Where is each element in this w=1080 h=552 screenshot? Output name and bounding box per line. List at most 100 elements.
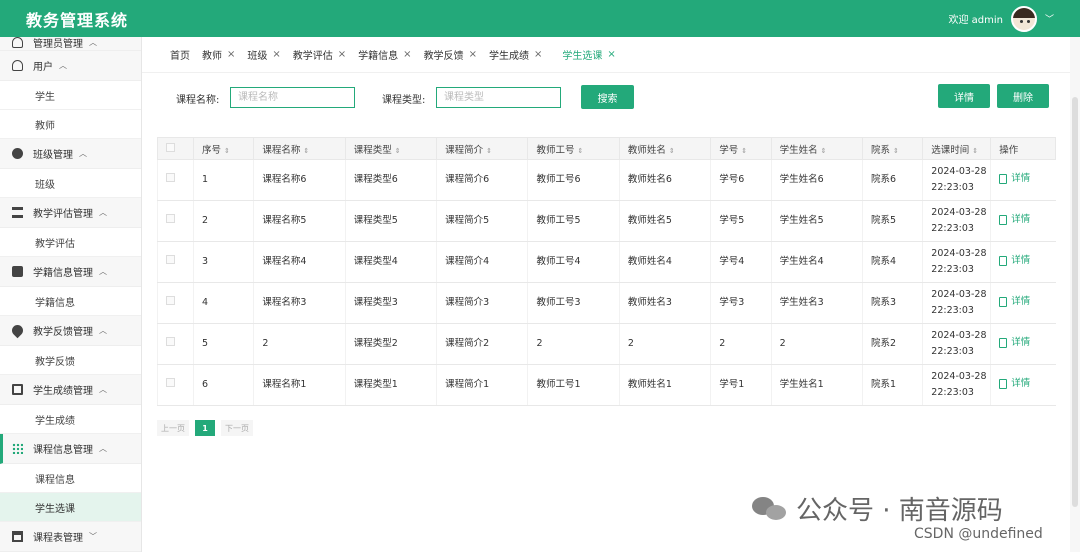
row-detail-link[interactable]: 详情 (999, 212, 1030, 228)
sidebar-group[interactable]: 用户 ︿ (0, 51, 141, 81)
delete-button[interactable]: 删除 (997, 84, 1049, 108)
select-all-checkbox[interactable] (166, 142, 175, 152)
sort-icon[interactable]: ⇕ (821, 147, 827, 155)
calendar-icon (12, 531, 23, 542)
sidebar-item[interactable]: 课程信息 (0, 464, 141, 493)
sort-icon[interactable]: ⇕ (303, 147, 309, 155)
tab[interactable]: 学生选课 × (562, 47, 615, 62)
sidebar-item[interactable]: 教师 (0, 110, 141, 139)
sidebar-group[interactable]: 学籍信息管理 ︿ (0, 257, 141, 287)
sidebar-group[interactable]: 教学反馈管理 ︿ (0, 316, 141, 346)
column-header[interactable]: 学生姓名 ⇕ (770, 137, 863, 160)
table-cell: 3 (192, 241, 254, 283)
column-header[interactable]: 课程名称 ⇕ (253, 137, 346, 160)
table-cell: 学生姓名5 (770, 200, 863, 242)
table-row[interactable]: 4 课程名称3 课程类型3 课程简介3 教师工号3 教师姓名3 学号3 学生姓名3 院系3 202… (157, 282, 1056, 324)
column-header[interactable]: 课程简介 ⇕ (436, 137, 529, 160)
tab[interactable]: 教师 × (202, 47, 235, 62)
table-row[interactable]: 1 课程名称6 课程类型6 课程简介6 教师工号6 教师姓名6 学号6 学生姓名6 院系6 202… (157, 159, 1056, 201)
sort-icon[interactable]: ⇕ (741, 147, 747, 155)
sort-icon[interactable]: ⇕ (893, 147, 899, 155)
close-icon[interactable]: × (469, 49, 477, 60)
row-checkbox[interactable] (166, 214, 175, 223)
row-checkbox[interactable] (166, 378, 175, 387)
page-1-button[interactable]: 1 (195, 420, 215, 436)
sort-icon[interactable]: ⇕ (486, 147, 492, 155)
sidebar-item[interactable]: 学籍信息 (0, 287, 141, 316)
tab[interactable]: 学生成绩 × (489, 47, 542, 62)
close-icon[interactable]: × (403, 49, 411, 60)
row-detail-link[interactable]: 详情 (999, 376, 1030, 392)
table-row[interactable]: 5 2 课程类型2 课程简介2 2 2 2 2 院系2 2024-03-28 22:23:03 详情 (157, 323, 1056, 365)
tab[interactable]: 首页 (170, 47, 190, 62)
sidebar-group[interactable]: 管理员管理 ︿ (0, 37, 141, 51)
row-detail-link[interactable]: 详情 (999, 253, 1030, 269)
table-row[interactable]: 6 课程名称1 课程类型1 课程简介1 教师工号1 教师姓名1 学号1 学生姓名1 院系1 202… (157, 364, 1056, 406)
sidebar-group[interactable]: 课程信息管理 ︿ (0, 434, 141, 464)
column-header[interactable]: 教师工号 ⇕ (527, 137, 620, 160)
sort-icon[interactable]: ⇕ (224, 147, 230, 155)
close-icon[interactable]: × (607, 49, 615, 60)
sidebar-item[interactable]: 学生成绩 (0, 405, 141, 434)
table-cell: 2 (618, 323, 711, 365)
column-header[interactable]: 序号 ⇕ (192, 137, 255, 160)
avatar[interactable] (1010, 5, 1037, 32)
sort-icon[interactable]: ⇕ (578, 147, 584, 155)
user-menu[interactable]: 欢迎 admin ﹀ (948, 5, 1054, 32)
chevron-icon: ︿ (59, 61, 67, 70)
sidebar-item[interactable]: 教学反馈 (0, 346, 141, 375)
sidebar-item[interactable]: 班级 (0, 169, 141, 198)
chevron-down-icon[interactable]: ﹀ (1045, 12, 1054, 25)
column-header[interactable]: 选课时间 ⇕ (922, 137, 992, 160)
sidebar-item[interactable]: 学生选课 (0, 493, 141, 522)
sidebar-group[interactable]: 教学评估管理 ︿ (0, 198, 141, 228)
sidebar-group[interactable]: 课程表管理 ﹀ (0, 522, 141, 552)
close-icon[interactable]: × (227, 49, 235, 60)
watermark: 公众号 · 南音源码 (752, 490, 1003, 527)
detail-button[interactable]: 详情 (938, 84, 990, 108)
sort-icon[interactable]: ⇕ (669, 147, 675, 155)
sidebar-group[interactable]: 学生成绩管理 ︿ (0, 375, 141, 405)
chevron-icon: ﹀ (89, 532, 97, 541)
close-icon[interactable]: × (338, 49, 346, 60)
table-cell: 课程名称1 (253, 364, 346, 406)
sort-icon[interactable]: ⇕ (395, 147, 401, 155)
table-row[interactable]: 2 课程名称5 课程类型5 课程简介5 教师工号5 教师姓名5 学号5 学生姓名5 院系5 202… (157, 200, 1056, 242)
next-page-button[interactable]: 下一页 (221, 420, 253, 436)
search-button[interactable]: 搜索 (581, 85, 634, 109)
table-cell: 教师工号6 (527, 159, 620, 201)
row-detail-link[interactable]: 详情 (999, 294, 1030, 310)
table-row[interactable]: 3 课程名称4 课程类型4 课程简介4 教师工号4 教师姓名4 学号4 学生姓名4 院系4 202… (157, 241, 1056, 283)
tab[interactable]: 班级 × (247, 47, 280, 62)
prev-page-button[interactable]: 上一页 (157, 420, 189, 436)
row-checkbox[interactable] (166, 173, 175, 182)
row-checkbox[interactable] (166, 255, 175, 264)
tab[interactable]: 学籍信息 × (358, 47, 411, 62)
table-cell: 2024-03-28 22:23:03 (922, 200, 991, 242)
course-name-input[interactable]: 课程名称 (230, 87, 355, 108)
column-header[interactable]: 操作 (990, 137, 1056, 160)
table-cell: 课程类型6 (344, 159, 437, 201)
sidebar-item[interactable]: 学生 (0, 81, 141, 110)
sidebar-group[interactable]: 班级管理 ︿ (0, 139, 141, 169)
close-icon[interactable]: × (272, 49, 280, 60)
table-cell: 学号5 (710, 200, 772, 242)
row-checkbox[interactable] (166, 337, 175, 346)
close-icon[interactable]: × (534, 49, 542, 60)
scrollbar-thumb[interactable] (1072, 97, 1078, 507)
course-type-input[interactable]: 课程类型 (436, 87, 561, 108)
column-header[interactable]: 教师姓名 ⇕ (618, 137, 712, 160)
row-checkbox[interactable] (166, 296, 175, 305)
column-header[interactable]: 院系 ⇕ (861, 137, 924, 160)
tab[interactable]: 教学评估 × (293, 47, 346, 62)
sort-icon[interactable]: ⇕ (972, 147, 978, 155)
column-header[interactable]: 课程类型 ⇕ (344, 137, 438, 160)
sidebar-item[interactable]: 教学评估 (0, 228, 141, 257)
tab[interactable]: 教学反馈 × (424, 47, 477, 62)
table-cell: 学生姓名1 (770, 364, 863, 406)
row-detail-link[interactable]: 详情 (999, 335, 1030, 351)
table-cell: 学号3 (710, 282, 772, 324)
scrollbar[interactable] (1070, 37, 1080, 552)
column-header[interactable]: 学号 ⇕ (710, 137, 772, 160)
row-detail-link[interactable]: 详情 (999, 171, 1030, 187)
